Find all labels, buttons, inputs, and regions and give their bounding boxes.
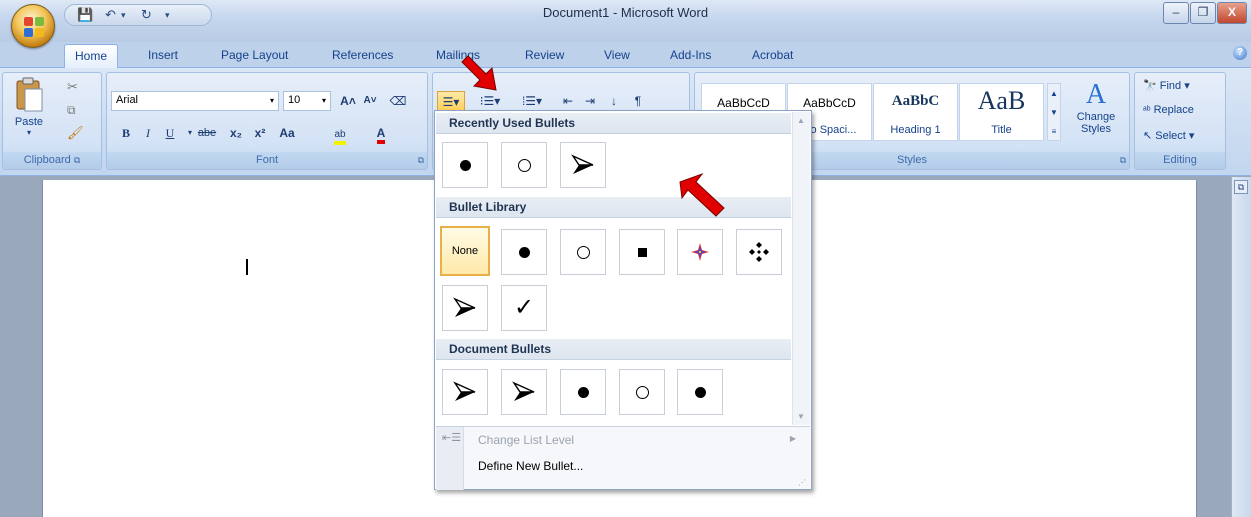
bullet-library-header: Bullet Library (436, 197, 791, 218)
vertical-scrollbar[interactable] (1231, 177, 1251, 517)
style-heading-1[interactable]: AaBbC Heading 1 (873, 83, 958, 141)
menu-gutter: ⇤☰ (436, 427, 464, 490)
recent-bullet-ring[interactable] (501, 142, 547, 188)
clipboard-group-label: Clipboard ⧉ (3, 152, 101, 169)
font-group: Arial ▾ 10 ▾ A˄ A˅ ⌫ B I U ▾ abe x₂ x² Aa … (106, 72, 428, 170)
find-button[interactable]: 🔭 Find ▾ (1143, 79, 1190, 92)
tab-add-ins[interactable]: Add-Ins (670, 48, 711, 62)
office-logo-icon (24, 17, 44, 37)
highlight-color-button[interactable]: ab (325, 123, 355, 145)
library-bullet-diamonds[interactable] (736, 229, 782, 275)
library-bullet-dot[interactable] (501, 229, 547, 275)
paste-icon (16, 77, 43, 112)
submenu-arrow-icon: ▶ (789, 434, 796, 443)
recent-bullets-header: Recently Used Bullets (436, 113, 791, 134)
dropdown-scrollbar[interactable]: ▲ ▼ (792, 112, 810, 425)
tab-home[interactable]: Home (64, 44, 119, 69)
tab-view[interactable]: View (604, 48, 630, 62)
document-bullets-header: Document Bullets (436, 339, 791, 360)
select-button[interactable]: ↖ Select ▾ (1143, 129, 1194, 142)
decrease-indent-icon[interactable]: ⇤ (557, 91, 579, 111)
ribbon-tabs: Home Insert Page Layout References Maili… (0, 42, 1251, 69)
underline-button[interactable]: U (159, 123, 181, 143)
cut-icon[interactable]: ✂ (67, 79, 78, 95)
styles-dialog-launcher-icon[interactable]: ⧉ (1120, 155, 1126, 166)
pointer-icon: ↖ (1143, 130, 1153, 142)
close-button[interactable]: X (1217, 2, 1247, 24)
italic-button[interactable]: I (137, 123, 159, 143)
paste-button[interactable]: Paste ▾ (9, 77, 49, 139)
recent-bullet-dot[interactable] (442, 142, 488, 188)
minimize-button[interactable]: – (1163, 2, 1189, 24)
change-level-icon: ⇤☰ (442, 432, 462, 444)
tab-acrobat[interactable]: Acrobat (752, 48, 793, 62)
change-list-level-item[interactable]: Change List Level (478, 433, 574, 447)
define-new-bullet-item[interactable]: Define New Bullet... (478, 459, 583, 473)
library-bullet-square[interactable] (619, 229, 665, 275)
strikethrough-button[interactable]: abe (193, 123, 221, 143)
diamonds-icon (749, 242, 769, 262)
tab-references[interactable]: References (332, 48, 393, 62)
change-styles-button[interactable]: A Change Styles (1067, 79, 1125, 135)
bullets-dropdown: Recently Used Bullets Bullet Library Non… (434, 110, 812, 490)
maximize-button[interactable]: ❐ (1190, 2, 1216, 24)
style-title[interactable]: AaB Title (959, 83, 1044, 141)
multilevel-list-button[interactable]: ⁞☰▾ (515, 91, 549, 111)
dropdown-menu-items: ⇤☰ Change List Level ▶ Define New Bullet… (436, 426, 810, 490)
resize-grip-icon[interactable]: ⋰ (798, 478, 806, 487)
change-styles-icon: A (1085, 79, 1107, 110)
font-color-button[interactable]: A (367, 123, 395, 144)
clear-formatting-icon[interactable]: ⌫ (387, 91, 409, 111)
document-bullet-arrow-1[interactable] (442, 369, 488, 415)
tab-page-layout[interactable]: Page Layout (221, 48, 288, 62)
help-icon[interactable]: ? (1233, 46, 1247, 60)
styles-gallery-scroll[interactable]: ▲ ▼ ≡ (1047, 83, 1061, 141)
text-cursor (246, 259, 248, 275)
font-group-label: Font (107, 152, 427, 169)
office-button[interactable] (11, 4, 55, 48)
font-dialog-launcher-icon[interactable]: ⧉ (418, 155, 424, 166)
scroll-down-icon[interactable]: ▼ (797, 412, 805, 421)
increase-indent-icon[interactable]: ⇥ (579, 91, 601, 111)
document-bullet-arrow-2[interactable] (501, 369, 547, 415)
window-title: Document1 - Microsoft Word (542, 5, 709, 20)
view-ruler-icon[interactable]: ⧉ (1234, 180, 1248, 194)
copy-icon[interactable]: ⧉ (67, 103, 76, 118)
annotation-arrow-down (461, 55, 497, 91)
paste-label: Paste (14, 116, 44, 128)
replace-icon: ᵃᵇ (1143, 105, 1151, 116)
font-name-field[interactable]: Arial ▾ (111, 91, 279, 111)
shrink-font-button[interactable]: A˅ (359, 91, 381, 111)
tab-insert[interactable]: Insert (148, 48, 178, 62)
tab-review[interactable]: Review (525, 48, 564, 62)
show-formatting-icon[interactable]: ¶ (627, 91, 649, 111)
library-bullet-star[interactable] (677, 229, 723, 275)
library-bullet-ring[interactable] (560, 229, 606, 275)
editing-group-label: Editing (1135, 152, 1225, 169)
binoculars-icon: 🔭 (1143, 80, 1157, 92)
title-bar: 💾 ↶ ▾ ↻ ▾ Document1 - Microsoft Word – ❐… (0, 0, 1251, 42)
format-painter-icon[interactable]: 🖌 (67, 125, 84, 141)
recent-bullet-arrow[interactable] (560, 142, 606, 188)
bold-button[interactable]: B (115, 123, 137, 143)
four-point-star-icon (691, 243, 709, 261)
library-bullet-arrow[interactable] (442, 285, 488, 331)
grow-font-button[interactable]: A˄ (337, 91, 359, 111)
subscript-button[interactable]: x₂ (225, 123, 247, 143)
library-bullet-check[interactable]: ✓ (501, 285, 547, 331)
scroll-up-icon[interactable]: ▲ (797, 116, 805, 125)
sort-icon[interactable]: ↓ (603, 91, 625, 111)
clipboard-group: Paste ▾ ✂ ⧉ 🖌 Clipboard ⧉ (2, 72, 102, 170)
editing-group: 🔭 Find ▾ ᵃᵇ Replace ↖ Select ▾ Editing (1134, 72, 1226, 170)
font-size-field[interactable]: 10 ▾ (283, 91, 331, 111)
document-bullet-dot-2[interactable] (677, 369, 723, 415)
annotation-arrow-up-left (679, 172, 725, 217)
superscript-button[interactable]: x² (249, 123, 271, 143)
document-bullet-ring[interactable] (619, 369, 665, 415)
replace-button[interactable]: ᵃᵇ Replace (1143, 104, 1194, 116)
document-bullet-dot-1[interactable] (560, 369, 606, 415)
library-bullet-none[interactable]: None (440, 226, 490, 276)
change-case-button[interactable]: Aa (273, 123, 301, 143)
